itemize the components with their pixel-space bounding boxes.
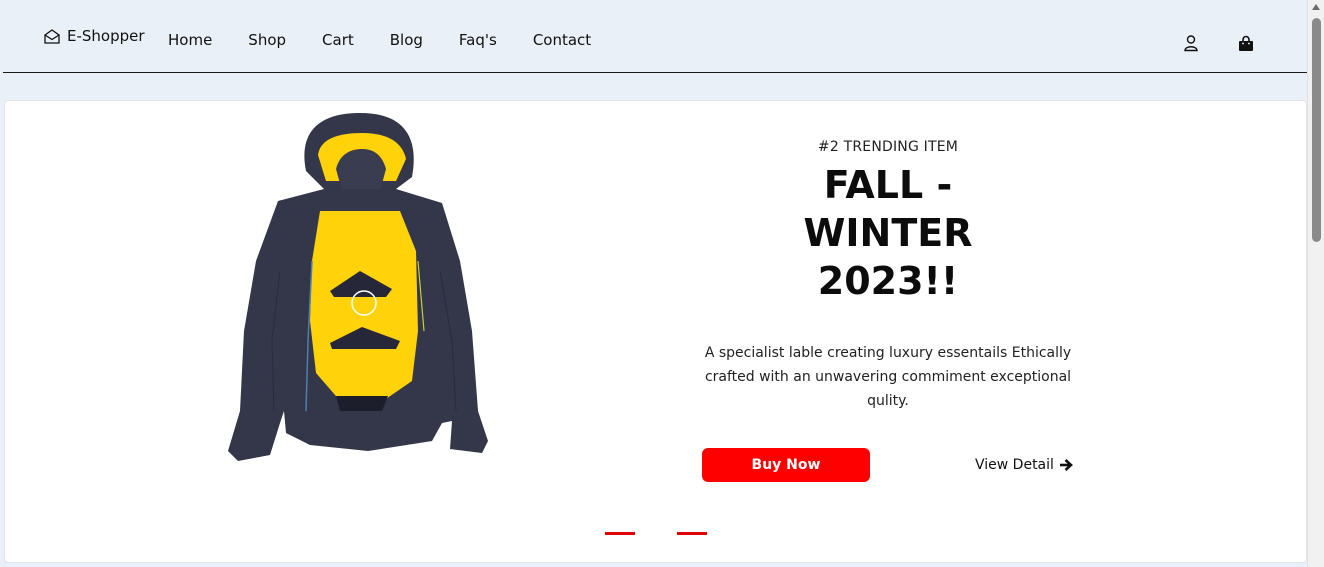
page-scrollbar[interactable]	[1307, 0, 1324, 567]
envelope-open-icon	[44, 29, 60, 44]
view-detail-link[interactable]: View Detail	[975, 457, 1073, 473]
nav-link-shop[interactable]: Shop	[248, 31, 286, 49]
nav-link-faqs[interactable]: Faq's	[459, 31, 497, 49]
buy-now-button[interactable]: Buy Now	[702, 448, 870, 482]
carousel-indicator-1[interactable]	[605, 532, 635, 535]
hero-carousel: #2 TRENDING ITEM FALL - WINTER 2023!! A …	[4, 100, 1307, 563]
winter-jacket-image	[228, 113, 488, 461]
nav-link-home[interactable]: Home	[168, 31, 212, 49]
brand-logo[interactable]: E-Shopper	[43, 27, 145, 45]
carousel-indicator-2[interactable]	[677, 532, 707, 535]
brand-name: E-Shopper	[67, 27, 145, 45]
account-button[interactable]	[1181, 33, 1201, 53]
user-icon	[1184, 35, 1198, 52]
hero-headline: FALL - WINTER 2023!!	[803, 163, 973, 303]
hero-content: #2 TRENDING ITEM FALL - WINTER 2023!! A …	[695, 139, 1081, 413]
carousel-indicators	[605, 532, 707, 535]
main-nav: Home Shop Cart Blog Faq's Contact	[168, 31, 627, 49]
hero-eyebrow: #2 TRENDING ITEM	[817, 139, 959, 155]
nav-link-blog[interactable]: Blog	[390, 31, 423, 49]
nav-link-cart[interactable]: Cart	[322, 31, 354, 49]
arrow-right-icon	[1059, 459, 1073, 471]
shopping-bag-icon	[1239, 35, 1253, 51]
view-detail-label: View Detail	[975, 457, 1054, 473]
nav-link-contact[interactable]: Contact	[533, 31, 591, 49]
scroll-up-arrow-icon[interactable]	[1312, 4, 1320, 10]
cart-button[interactable]	[1236, 33, 1256, 53]
scrollbar-thumb[interactable]	[1312, 18, 1321, 242]
hero-description: A specialist lable creating luxury essen…	[704, 345, 1072, 409]
top-navbar: E-Shopper Home Shop Cart Blog Faq's Cont…	[3, 0, 1307, 73]
